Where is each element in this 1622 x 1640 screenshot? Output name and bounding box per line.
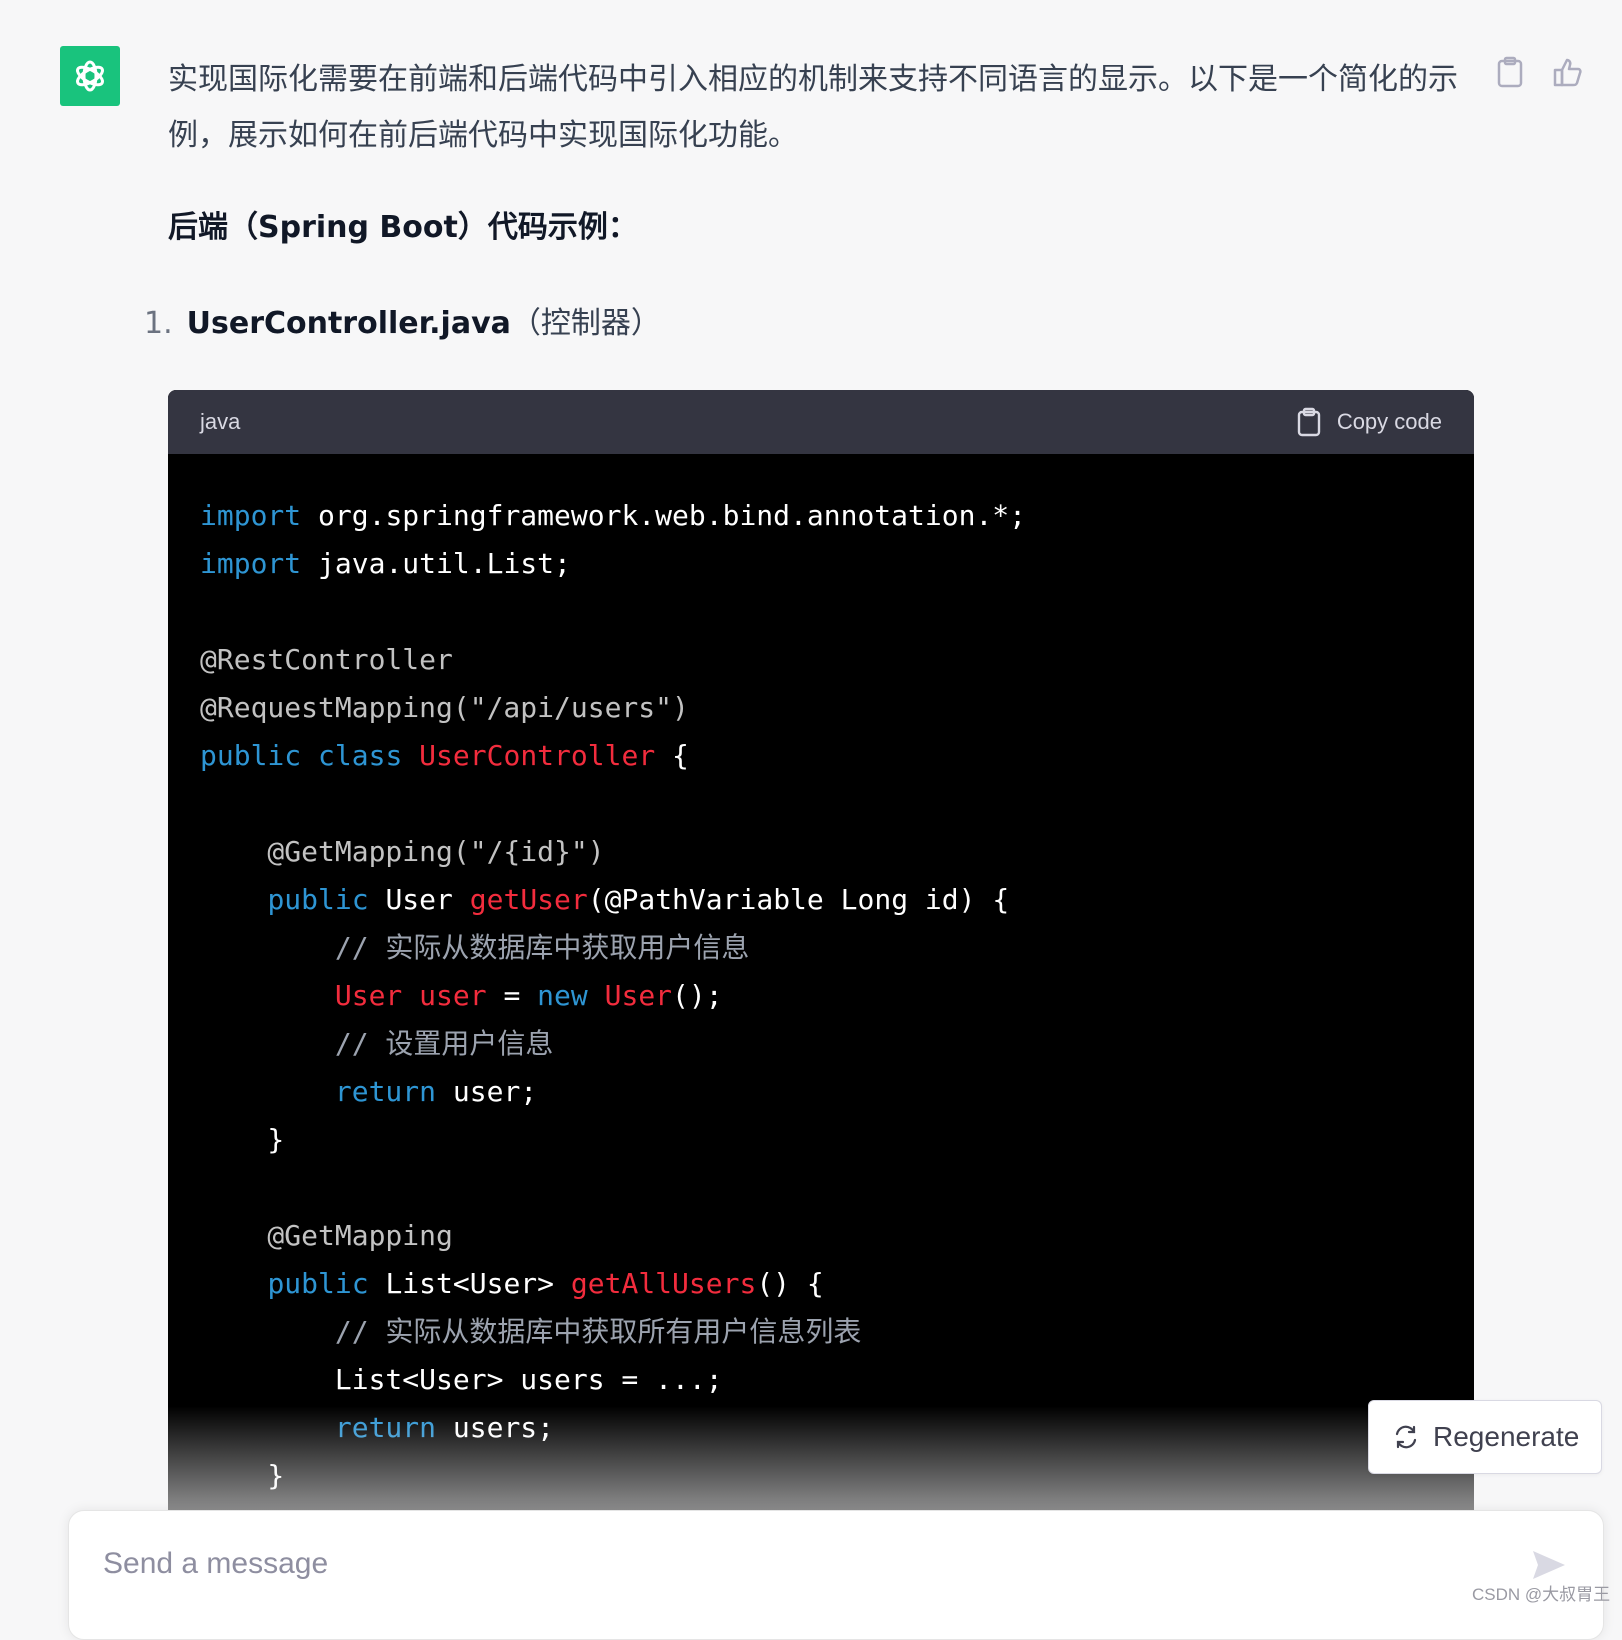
clipboard-icon xyxy=(1497,56,1523,88)
code-line: @GetMapping("/{id}") xyxy=(200,835,605,868)
code-language: java xyxy=(200,409,241,434)
copy-message-button[interactable] xyxy=(1494,52,1526,92)
code-line: import java.util.List; xyxy=(200,547,571,580)
regenerate-button[interactable]: Regenerate xyxy=(1368,1400,1602,1474)
message-input[interactable] xyxy=(101,1541,1485,1587)
code-line: public List<User> getAllUsers() { xyxy=(267,1267,824,1300)
code-header: java Copy code xyxy=(168,390,1474,454)
code-line: public User getUser(@PathVariable Long i… xyxy=(267,883,1010,916)
code-line: // 实际从数据库中获取所有用户信息列表 xyxy=(200,1315,862,1348)
code-line: @GetMapping xyxy=(200,1219,453,1252)
message-intro: 实现国际化需要在前端和后端代码中引入相应的机制来支持不同语言的显示。以下是一个简… xyxy=(168,62,1458,153)
section-heading: 后端（Spring Boot）代码示例： xyxy=(168,210,638,245)
thumbs-up-button[interactable] xyxy=(1552,52,1584,92)
code-line: return users; xyxy=(334,1411,555,1444)
list-number: 1. xyxy=(144,306,173,341)
code-line: @RequestMapping("/api/users") xyxy=(200,691,689,724)
code-line: public class UserController { xyxy=(200,739,689,772)
code-block: java Copy code import org.springframewor… xyxy=(168,390,1474,1516)
clipboard-icon xyxy=(1297,407,1321,437)
openai-logo-icon xyxy=(76,60,104,92)
code-content: import org.springframework.web.bind.anno… xyxy=(168,454,1474,1500)
code-line: } xyxy=(200,1123,285,1156)
refresh-icon xyxy=(1395,1425,1417,1449)
watermark: CSDN @大叔胃王 xyxy=(1472,1585,1611,1604)
list-item: 1. UserController.java（控制器） xyxy=(144,296,661,352)
code-line: // 设置用户信息 xyxy=(200,1027,554,1060)
code-line: // 实际从数据库中获取用户信息 xyxy=(200,931,750,964)
code-line: List<User> users = ...; xyxy=(200,1363,723,1396)
code-line: User user = new User(); xyxy=(334,979,723,1012)
copy-code-label: Copy code xyxy=(1336,409,1442,434)
code-line: @RestController xyxy=(200,643,453,676)
message-composer xyxy=(68,1510,1604,1640)
code-line: } xyxy=(200,1459,285,1492)
regenerate-label: Regenerate xyxy=(1433,1421,1580,1452)
copy-code-button[interactable]: Copy code xyxy=(1297,407,1442,437)
send-icon[interactable] xyxy=(1529,1545,1569,1585)
file-description: （控制器） xyxy=(510,306,661,341)
thumbs-up-icon xyxy=(1553,58,1582,87)
code-line: import org.springframework.web.bind.anno… xyxy=(200,499,1027,532)
file-name: UserController.java xyxy=(186,306,511,341)
assistant-avatar xyxy=(60,46,120,106)
code-line: return user; xyxy=(334,1075,538,1108)
message-actions xyxy=(1494,52,1584,92)
